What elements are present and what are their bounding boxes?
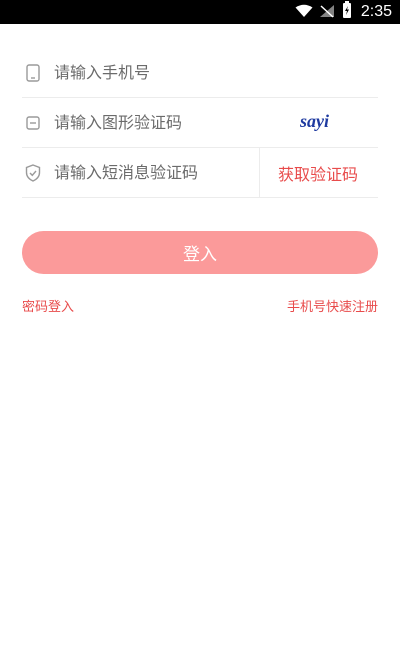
shield-check-icon xyxy=(24,163,42,182)
phone-row xyxy=(22,48,378,98)
captcha-input[interactable] xyxy=(54,113,274,132)
get-sms-code-button[interactable]: 获取验证码 xyxy=(258,148,358,197)
no-signal-icon xyxy=(319,3,335,22)
status-bar: 2:35 xyxy=(0,0,400,24)
login-form: sayi 获取验证码 xyxy=(22,48,378,198)
status-icons: 2:35 xyxy=(295,0,392,24)
password-login-link[interactable]: 密码登入 xyxy=(22,296,74,315)
phone-icon xyxy=(24,63,42,82)
quick-register-link[interactable]: 手机号快速注册 xyxy=(287,296,378,315)
captcha-row: sayi xyxy=(22,98,378,148)
sms-row: 获取验证码 xyxy=(22,148,378,198)
captcha-image[interactable]: sayi xyxy=(299,110,340,132)
svg-text:sayi: sayi xyxy=(300,111,329,131)
battery-icon xyxy=(341,1,353,23)
wifi-icon xyxy=(295,3,313,22)
login-button[interactable]: 登入 xyxy=(22,231,378,274)
phone-input[interactable] xyxy=(54,63,274,82)
captcha-icon xyxy=(24,114,42,132)
sms-code-input[interactable] xyxy=(54,163,274,182)
status-time: 2:35 xyxy=(360,3,392,20)
